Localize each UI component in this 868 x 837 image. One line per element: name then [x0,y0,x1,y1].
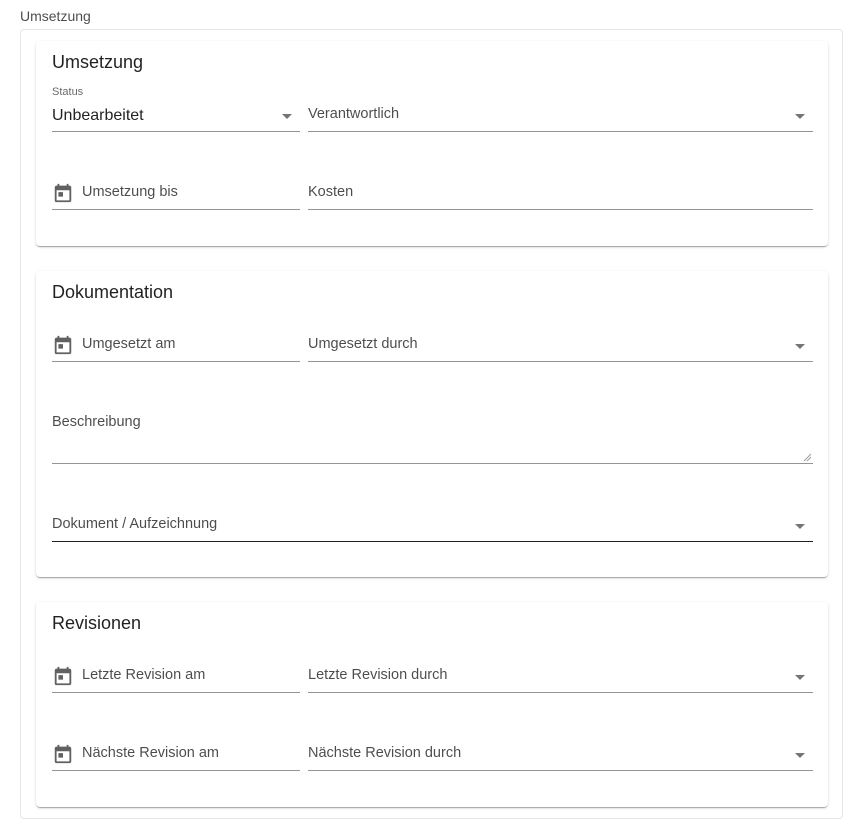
umgesetzt-durch-select[interactable]: Umgesetzt durch [308,322,813,362]
letzte-revision-am-date[interactable]: Letzte Revision am [52,653,300,693]
status-value: Unbearbeitet [52,107,144,124]
naechste-revision-am-date[interactable]: Nächste Revision am [52,731,300,771]
card-title: Dokumentation [52,282,174,302]
letzte-revision-am-label: Letzte Revision am [82,667,206,683]
umsetzung-card: Umsetzung Status Unbearbeitet Verantwort… [36,41,828,246]
chevron-down-icon [282,114,292,119]
kosten-label: Kosten [308,184,354,200]
chevron-down-icon [795,114,805,119]
letzte-revision-durch-select[interactable]: Letzte Revision durch [308,653,813,693]
section-legend: Umsetzung [20,8,91,24]
revisionen-card: Revisionen Letzte Revision am Letzte Rev… [36,602,828,807]
dokument-label: Dokument / Aufzeichnung [52,516,218,532]
umgesetzt-durch-label: Umgesetzt durch [308,336,418,352]
field-underline [52,692,300,693]
status-label: Status [52,86,84,98]
naechste-revision-durch-label: Nächste Revision durch [308,745,462,761]
umsetzung-bis-date[interactable]: Umsetzung bis [52,170,300,210]
field-underline [308,209,813,210]
field-underline [52,361,300,362]
chevron-down-icon [795,753,805,758]
dokument-select[interactable]: Dokument / Aufzeichnung [52,502,813,542]
field-underline [52,209,300,210]
umgesetzt-am-label: Umgesetzt am [82,336,176,352]
dokumentation-card: Dokumentation Umgesetzt am Umgesetzt dur… [36,271,828,577]
beschreibung-label: Beschreibung [52,414,141,430]
status-select[interactable]: Status Unbearbeitet [52,86,300,132]
chevron-down-icon [795,524,805,529]
verantwortlich-label: Verantwortlich [308,106,400,122]
calendar-icon[interactable] [52,334,74,356]
field-underline [52,131,300,132]
field-underline [308,131,813,132]
naechste-revision-durch-select[interactable]: Nächste Revision durch [308,731,813,771]
field-underline [52,770,300,771]
kosten-input[interactable]: Kosten [308,170,813,210]
chevron-down-icon [795,675,805,680]
resize-handle-icon[interactable] [803,453,812,462]
field-underline [308,361,813,362]
field-underline [52,463,813,464]
field-underline [308,770,813,771]
umsetzung-bis-label: Umsetzung bis [82,184,178,200]
umgesetzt-am-date[interactable]: Umgesetzt am [52,322,300,362]
chevron-down-icon [795,344,805,349]
calendar-icon[interactable] [52,743,74,765]
letzte-revision-durch-label: Letzte Revision durch [308,667,448,683]
card-title: Revisionen [52,613,142,633]
field-underline [52,541,813,542]
beschreibung-textarea[interactable]: Beschreibung [52,400,813,464]
verantwortlich-select[interactable]: Verantwortlich [308,92,813,132]
card-title: Umsetzung [52,52,144,72]
field-underline [308,692,813,693]
calendar-icon[interactable] [52,182,74,204]
naechste-revision-am-label: Nächste Revision am [82,745,219,761]
calendar-icon[interactable] [52,665,74,687]
